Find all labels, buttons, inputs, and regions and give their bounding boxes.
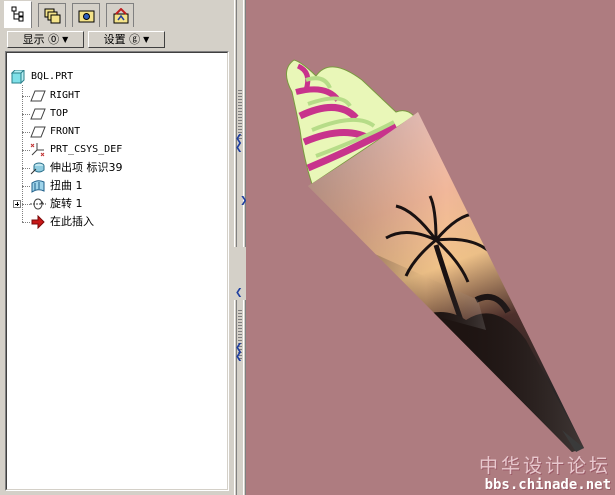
collapse-left-icon[interactable]: ❮: [235, 144, 243, 153]
tree-item-label: FRONT: [50, 126, 81, 137]
warp-icon: [31, 180, 45, 193]
navigator-tab-strip: [0, 0, 234, 28]
model-tree: BQL.PRT RIGHT TOP FRONT PRT_CSYS_DEF 伸出项…: [5, 51, 229, 491]
graphics-viewport[interactable]: 中华设计论坛 bbs.chinade.net: [246, 0, 615, 495]
folder-browser-icon: [78, 10, 95, 23]
favorites-icon: [113, 8, 129, 24]
tree-item-label: 扭曲 1: [50, 179, 83, 192]
panel-splitter[interactable]: ❮ ❮ ❯ ❮ ❮ ❮: [234, 0, 248, 495]
tab-model-tree[interactable]: [4, 1, 32, 28]
tree-item-label: 在此插入: [50, 215, 94, 228]
datum-plane-icon: [30, 108, 46, 120]
tree-item-label: 伸出项 标识39: [50, 161, 123, 174]
settings-button-label: 设置 ⓖ: [103, 33, 141, 46]
tab-folder-browser[interactable]: [72, 3, 100, 27]
protrusion-icon: [30, 162, 45, 175]
tab-layers[interactable]: [38, 3, 66, 27]
watermark-url: bbs.chinade.net: [484, 477, 611, 493]
show-button-label: 显示 ⓪: [22, 33, 60, 46]
revolve-icon: [30, 198, 46, 210]
chevron-down-icon: ▼: [143, 35, 150, 44]
coordinate-system-icon: [30, 143, 45, 157]
tree-item-label: BQL.PRT: [31, 71, 74, 82]
forum-watermark: 中华设计论坛 bbs.chinade.net: [478, 455, 611, 493]
watermark-title: 中华设计论坛: [478, 455, 611, 477]
tree-item-label: TOP: [50, 108, 69, 119]
collapse-left-icon[interactable]: ❮: [235, 289, 243, 298]
model-tree-panel: 显示 ⓪ ▼ 设置 ⓖ ▼ BQL.PRT RIGHT TOP FRONT PR…: [0, 0, 234, 495]
ice-cream-cone-model: [286, 59, 584, 452]
tree-item-label: RIGHT: [50, 90, 81, 101]
datum-plane-icon: [30, 126, 46, 138]
part-icon: [11, 70, 25, 84]
waffle-cone: [308, 112, 584, 452]
splitter-grip[interactable]: [238, 90, 242, 140]
tree-item-label: 旋转 1: [50, 197, 83, 210]
model-tree-icon: [11, 6, 24, 22]
datum-plane-icon: [30, 90, 46, 102]
settings-dropdown-button[interactable]: 设置 ⓖ ▼: [88, 31, 165, 48]
tree-toolbar: 显示 ⓪ ▼ 设置 ⓖ ▼: [0, 28, 234, 50]
layers-icon: [44, 8, 61, 24]
expand-toggle[interactable]: [13, 200, 21, 208]
tree-item-label: PRT_CSYS_DEF: [50, 144, 123, 155]
collapse-left-icon[interactable]: ❮: [235, 353, 243, 362]
tab-favorites[interactable]: [106, 3, 134, 27]
chevron-down-icon: ▼: [62, 35, 69, 44]
insert-here-icon: [31, 215, 45, 229]
show-dropdown-button[interactable]: 显示 ⓪ ▼: [7, 31, 84, 48]
